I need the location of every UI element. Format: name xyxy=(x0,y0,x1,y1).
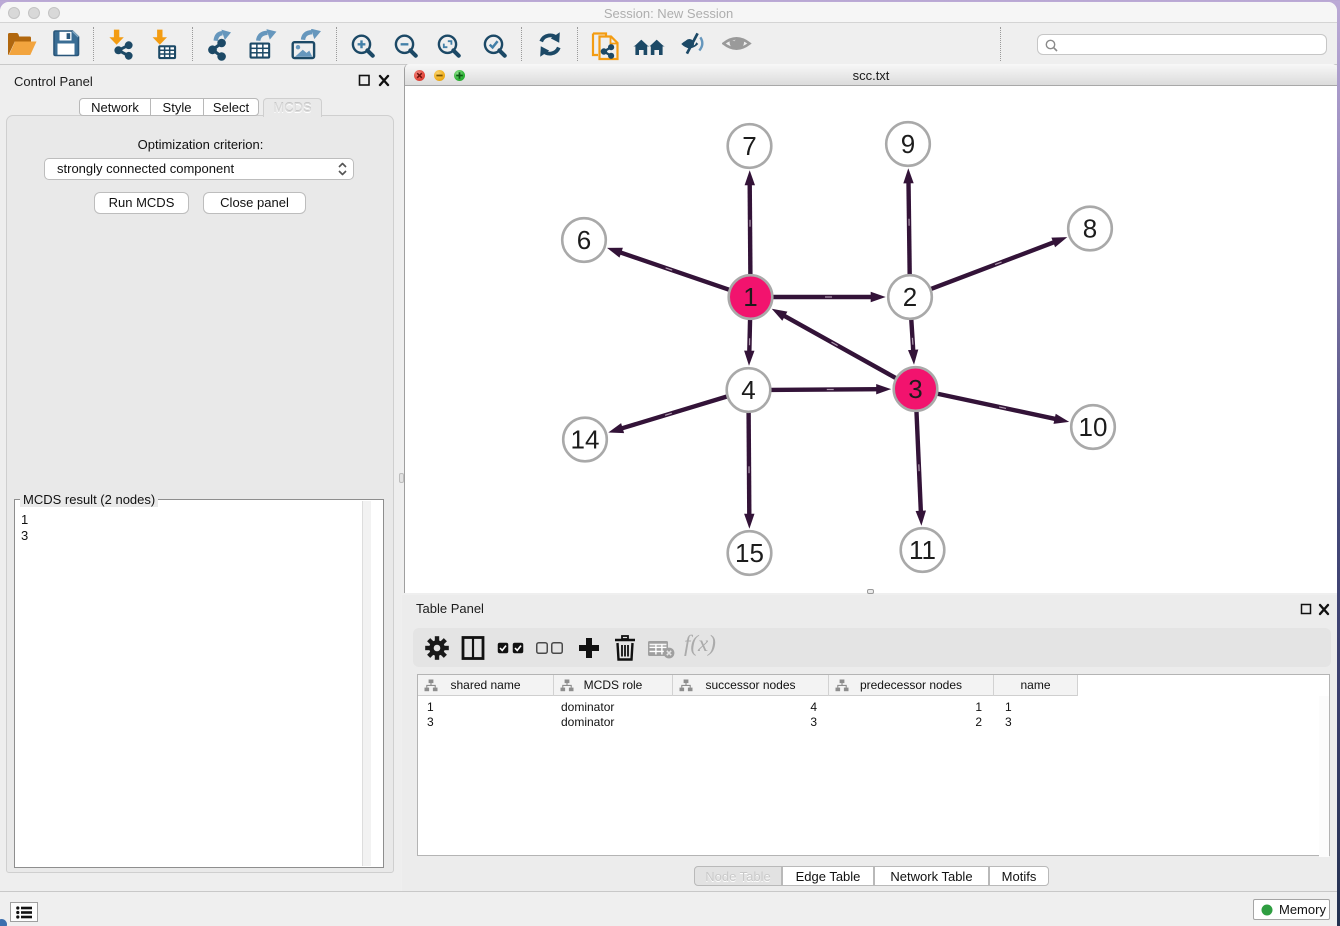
svg-text:11: 11 xyxy=(909,535,936,565)
svg-text:9: 9 xyxy=(901,129,915,159)
svg-text:10: 10 xyxy=(1079,412,1108,442)
svg-text:3: 3 xyxy=(908,374,922,404)
svg-text:7: 7 xyxy=(742,131,756,161)
svg-text:15: 15 xyxy=(735,538,764,568)
svg-text:2: 2 xyxy=(903,282,917,312)
svg-text:6: 6 xyxy=(577,225,591,255)
svg-text:1: 1 xyxy=(743,282,757,312)
svg-text:4: 4 xyxy=(741,375,755,405)
svg-text:8: 8 xyxy=(1083,214,1097,244)
svg-text:14: 14 xyxy=(571,425,600,455)
